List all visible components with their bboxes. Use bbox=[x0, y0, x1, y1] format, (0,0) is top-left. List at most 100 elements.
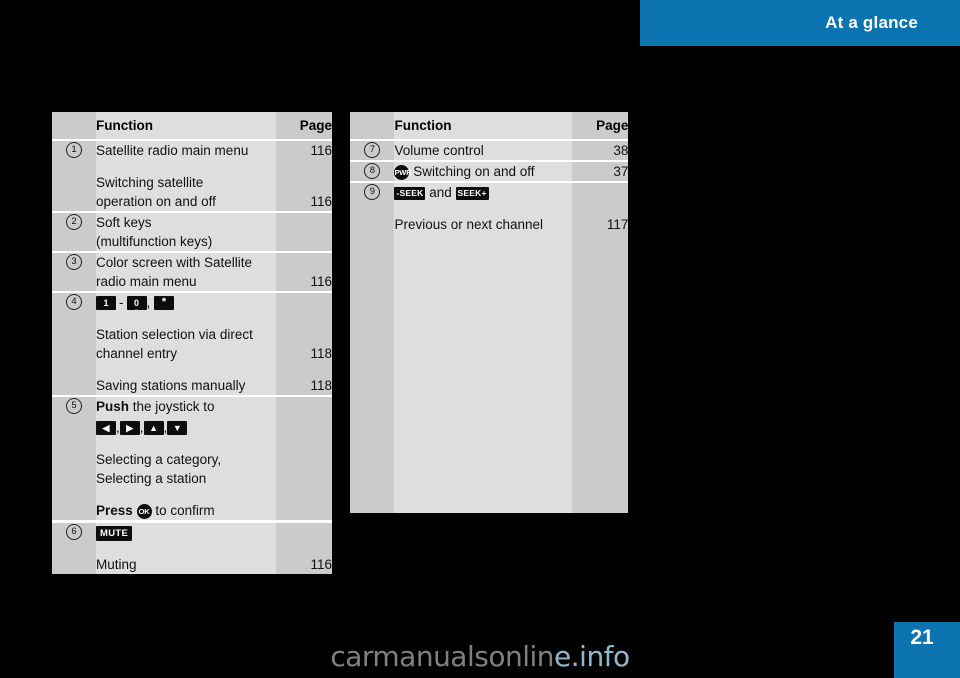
arrow-key-group: ◀, ▶, ▲, ▼ bbox=[96, 418, 276, 437]
page-number-ref: 117 bbox=[606, 217, 629, 232]
function-line: Station selection via direct bbox=[96, 327, 253, 342]
seek-plus-key-icon: SEEK+ bbox=[455, 186, 489, 200]
function-line: (multifunction keys) bbox=[96, 234, 213, 249]
key-0-icon: 0 _ bbox=[126, 296, 147, 311]
function-line: Soft keys bbox=[96, 215, 152, 230]
function-text: Satellite radio main menu bbox=[96, 143, 249, 158]
table-row: 8 PWR Switching on and off 37 bbox=[350, 162, 629, 181]
function-text-multiline: Soft keys (multifunction keys) bbox=[96, 213, 276, 251]
row-function-cell: MUTE Muting bbox=[96, 523, 276, 574]
row-marker-cell: 3 bbox=[52, 253, 96, 291]
confirm-instruction: Press OK to confirm bbox=[96, 501, 276, 520]
row-function-cell: Soft keys (multifunction keys) bbox=[96, 213, 276, 251]
page-number-ref: 118 bbox=[310, 346, 332, 361]
function-text: Muting bbox=[96, 557, 137, 572]
row-marker-cell: 7 bbox=[350, 141, 395, 160]
page-number-ref: 118 bbox=[310, 378, 332, 393]
column-header-page: Page bbox=[572, 112, 629, 139]
table-row: 1 Satellite radio main menu Switching sa… bbox=[52, 141, 332, 211]
key-separator-comma: , bbox=[146, 295, 151, 310]
circled-number: 7 bbox=[364, 142, 381, 158]
function-line: channel entry bbox=[96, 346, 178, 361]
function-table-left: Function Page 1 Satellite radio main men… bbox=[52, 112, 332, 574]
circled-number: 6 bbox=[66, 524, 82, 540]
row-page-cell bbox=[276, 213, 332, 251]
column-header-function: Function bbox=[394, 112, 573, 139]
row-function-cell: 1-0 _, * Station selection via direct cha… bbox=[96, 293, 276, 395]
table-row: 9 -SEEK and SEEK+ Previous or next chann… bbox=[350, 183, 629, 513]
table-row: 4 1-0 _, * Station selection via direct c… bbox=[52, 293, 332, 395]
circled-number: 9 bbox=[364, 184, 381, 200]
function-text: Previous or next channel bbox=[394, 217, 544, 232]
watermark: carmanualsonline.info bbox=[0, 640, 960, 673]
circled-number: 3 bbox=[66, 254, 82, 270]
key-1-icon: 1 bbox=[96, 296, 116, 311]
watermark-text-dark: carmanualsonlin bbox=[330, 640, 555, 673]
ok-key-icon: OK bbox=[136, 503, 152, 519]
circled-number: 1 bbox=[66, 142, 82, 158]
table-row: 7 Volume control 38 bbox=[350, 141, 629, 160]
row-marker-cell: 8 bbox=[350, 162, 395, 181]
header-marker-cell bbox=[350, 112, 395, 139]
header-marker-cell bbox=[52, 112, 96, 139]
page-number-ref: 116 bbox=[310, 274, 332, 289]
arrow-left-icon: ◀ bbox=[96, 421, 116, 436]
row-page-cell: 116 bbox=[276, 523, 332, 574]
row-marker-cell: 2 bbox=[52, 213, 96, 251]
key-star-icon: * bbox=[154, 296, 175, 311]
function-text-multiline: Station selection via direct channel ent… bbox=[96, 325, 276, 363]
watermark-text-light: e.info bbox=[554, 640, 630, 673]
tables-container: Function Page 1 Satellite radio main men… bbox=[52, 112, 629, 574]
table-row: 3 Color screen with Satellite radio main… bbox=[52, 253, 332, 291]
key-glyph-group: 1-0 _, * bbox=[96, 293, 276, 312]
power-key-icon: PWR bbox=[394, 164, 412, 180]
instruction-verb: Press bbox=[96, 503, 133, 518]
function-line: Selecting a category, bbox=[96, 452, 222, 467]
column-header-function: Function bbox=[96, 112, 276, 139]
circled-number: 5 bbox=[66, 398, 82, 414]
circled-number: 8 bbox=[364, 163, 381, 179]
circled-number: 2 bbox=[66, 214, 82, 230]
row-marker-cell: 9 bbox=[350, 183, 395, 513]
mute-key-icon: MUTE bbox=[96, 525, 133, 541]
joystick-instruction: Push the joystick to ◀, ▶, ▲, ▼ bbox=[96, 397, 276, 437]
row-page-cell: 116 116 bbox=[276, 141, 332, 211]
row-marker-cell: 4 bbox=[52, 293, 96, 395]
seek-key-group: -SEEK and SEEK+ bbox=[394, 183, 572, 202]
row-page-cell: 118 118 bbox=[276, 293, 332, 395]
row-function-cell: PWR Switching on and off bbox=[394, 162, 573, 181]
function-line: radio main menu bbox=[96, 274, 197, 289]
row-page-cell: 116 bbox=[276, 253, 332, 291]
function-text: Saving stations manually bbox=[96, 378, 246, 393]
conjunction-text: and bbox=[429, 185, 452, 200]
row-page-cell bbox=[276, 397, 332, 520]
table-row: 5 Push the joystick to ◀, ▶, ▲, ▼ Selecting… bbox=[52, 397, 332, 520]
function-text: Switching on and off bbox=[413, 164, 535, 179]
arrow-down-icon: ▼ bbox=[167, 421, 188, 436]
row-marker-cell: 1 bbox=[52, 141, 96, 211]
function-line: operation on and off bbox=[96, 194, 216, 209]
row-function-cell: -SEEK and SEEK+ Previous or next channel bbox=[394, 183, 573, 513]
arrow-right-icon: ▶ bbox=[119, 421, 140, 436]
function-line: Color screen with Satellite bbox=[96, 255, 253, 270]
row-page-cell: 37 bbox=[572, 162, 629, 181]
row-function-cell: Push the joystick to ◀, ▶, ▲, ▼ Selecting a… bbox=[96, 397, 276, 520]
header-bar: At a glance bbox=[640, 0, 960, 46]
row-page-cell: 38 bbox=[572, 141, 629, 160]
function-text-multiline: Switching satellite operation on and off bbox=[96, 173, 276, 211]
page-number-ref: 116 bbox=[310, 194, 332, 209]
row-page-cell: 117 bbox=[572, 183, 629, 513]
arrow-up-icon: ▲ bbox=[143, 421, 164, 436]
function-text-multiline: Selecting a category, Selecting a statio… bbox=[96, 450, 276, 488]
instruction-verb: Push bbox=[96, 399, 130, 414]
key-range-dash: - bbox=[119, 295, 124, 310]
row-function-cell: Satellite radio main menu Switching sate… bbox=[96, 141, 276, 211]
page-number: 21 bbox=[910, 626, 934, 649]
column-header-page: Page bbox=[276, 112, 332, 139]
instruction-text: the joystick to bbox=[129, 399, 215, 414]
table-header-row: Function Page bbox=[52, 112, 332, 139]
table-header-row: Function Page bbox=[350, 112, 629, 139]
page-number-ref: 116 bbox=[310, 143, 332, 158]
table-row: 2 Soft keys (multifunction keys) bbox=[52, 213, 332, 251]
circled-number: 4 bbox=[66, 294, 82, 310]
